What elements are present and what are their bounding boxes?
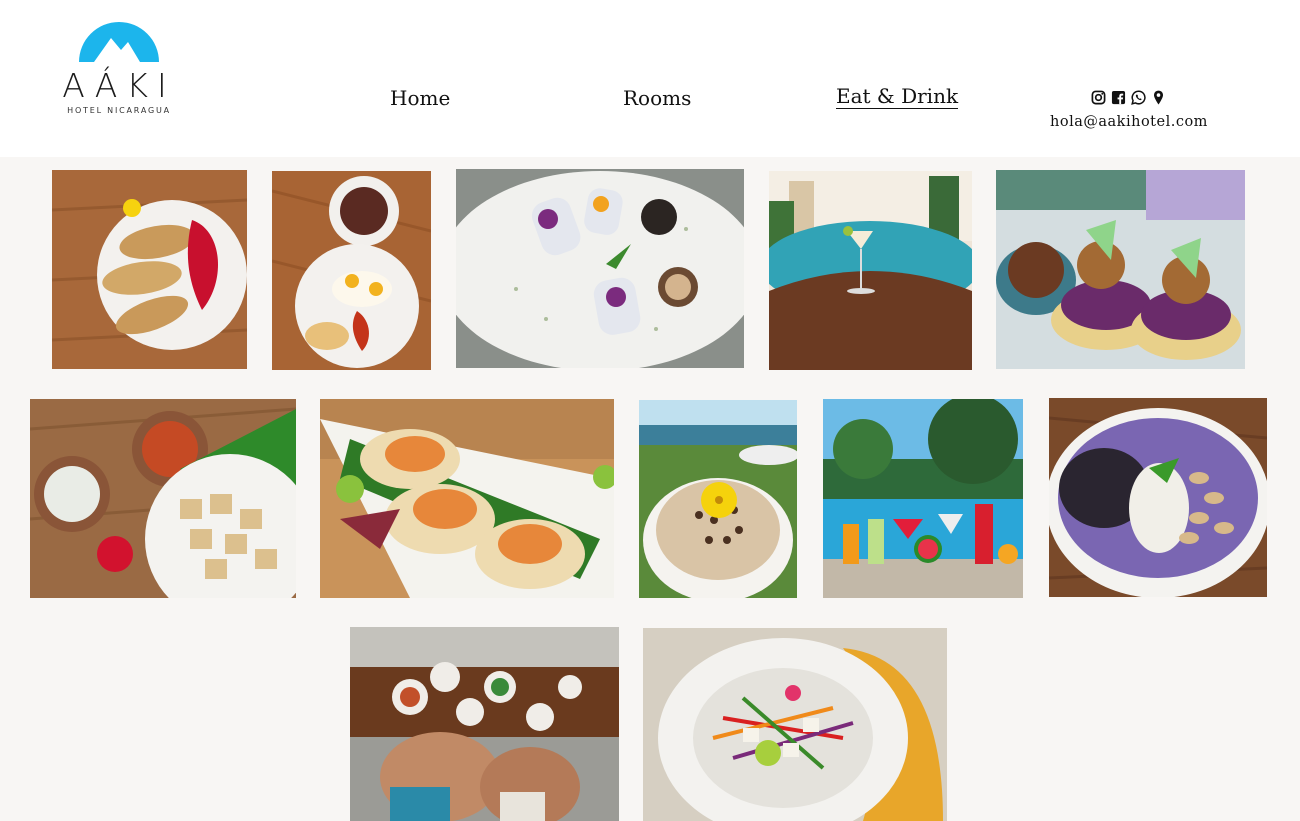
instagram-icon[interactable] <box>1091 90 1106 105</box>
hotel-logo[interactable]: AÁKI HOTEL NICARAGUA <box>58 8 180 118</box>
fish-tacos-photo[interactable] <box>320 399 614 598</box>
facebook-icon[interactable] <box>1111 90 1126 105</box>
logo-tagline: HOTEL NICARAGUA <box>67 106 171 115</box>
poolside-cocktail-photo[interactable] <box>769 171 972 370</box>
pool-drinks-photo[interactable] <box>823 399 1023 598</box>
site-header: AÁKI HOTEL NICARAGUA Home Rooms Eat & Dr… <box>0 0 1300 157</box>
social-links <box>1091 90 1166 105</box>
nav-home[interactable]: Home <box>390 85 450 111</box>
acai-bowl-photo[interactable] <box>1049 398 1267 597</box>
yuca-fries-photo[interactable] <box>30 399 296 598</box>
contact-email[interactable]: hola@aakihotel.com <box>1040 114 1218 130</box>
whatsapp-icon[interactable] <box>1131 90 1146 105</box>
group-table-photo[interactable] <box>350 627 619 821</box>
french-toast-photo[interactable] <box>52 170 247 369</box>
map-pin-icon[interactable] <box>1151 90 1166 105</box>
nav-rooms[interactable]: Rooms <box>623 85 691 111</box>
breakfast-eggs-photo[interactable] <box>272 171 431 370</box>
purple-tacos-photo[interactable] <box>996 170 1245 369</box>
ceviche-photo[interactable] <box>643 628 947 821</box>
smoothie-bowl-photo[interactable] <box>639 400 797 598</box>
spring-rolls-photo[interactable] <box>456 169 744 368</box>
logo-wordmark: AÁKI <box>62 66 176 105</box>
nav-eat-drink[interactable]: Eat & Drink <box>836 85 959 109</box>
logo-mountain-mark <box>79 22 159 62</box>
